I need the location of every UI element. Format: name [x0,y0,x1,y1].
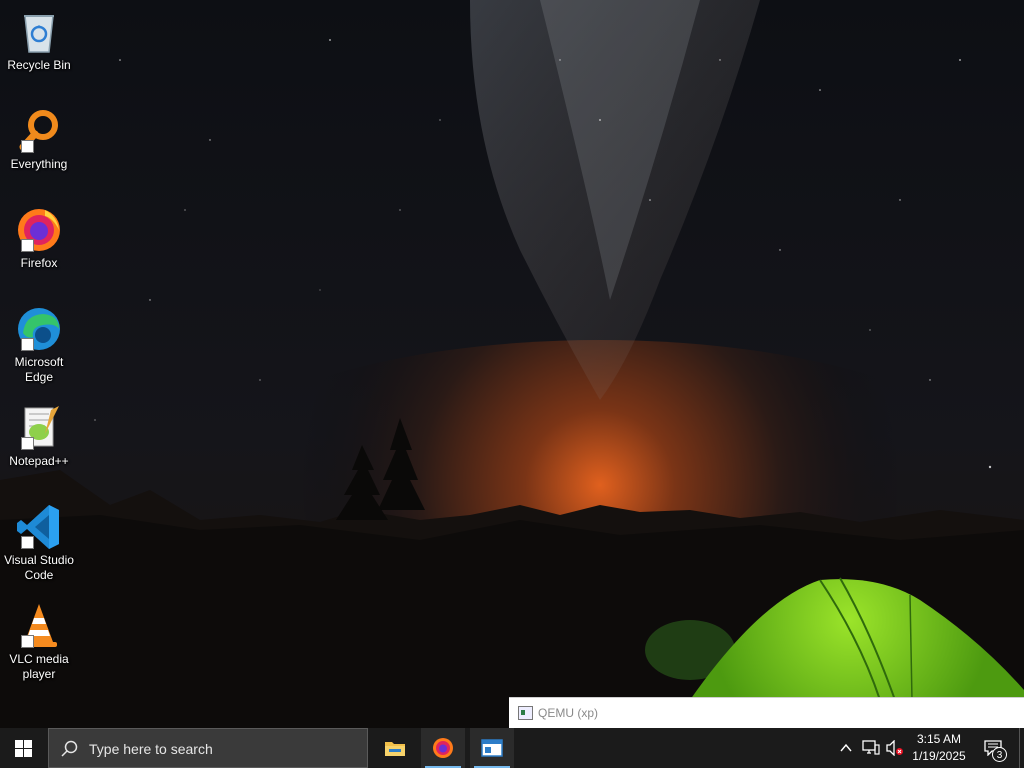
desktop-icon-firefox[interactable]: Firefox [2,206,76,271]
windows-logo-icon [15,740,32,757]
taskbar-search-box[interactable]: Type here to search [48,728,368,768]
vscode-icon [15,503,63,551]
qemu-window-icon [481,739,503,757]
desktop-icon-everything[interactable]: Everything [2,107,76,172]
desktop-icon-visual-studio-code[interactable]: Visual Studio Code [2,503,76,583]
desktop-icon-vlc[interactable]: VLC media player [2,602,76,682]
search-icon [61,740,78,757]
recycle-bin-icon [15,8,63,56]
chevron-up-icon [840,743,852,752]
network-icon [862,740,880,755]
desktop-icon-label: Everything [10,157,68,171]
firefox-icon [433,738,453,758]
action-center-button[interactable]: 3 [978,728,1016,768]
desktop-icon-label: Visual Studio Code [4,553,74,582]
taskbar: Type here to search 3:15 AM 1/19/2025 3 [0,728,1024,768]
show-desktop-button[interactable] [1019,728,1024,768]
desktop-icon-label: Firefox [20,256,58,270]
network-tray-button[interactable] [860,728,882,768]
firefox-icon [15,206,63,254]
desktop-icon-label: VLC media player [9,652,69,681]
taskbar-file-explorer[interactable] [373,728,417,768]
desktop-icon-label: Microsoft Edge [14,355,64,384]
taskbar-firefox[interactable] [421,728,465,768]
volume-tray-button[interactable] [884,728,906,768]
shortcut-arrow-icon [21,635,34,648]
desktop-icon-label: Notepad++ [9,454,69,468]
qemu-window[interactable]: QEMU (xp) [509,697,1024,729]
desktop-icon-notepadpp[interactable]: Notepad++ [2,404,76,469]
vlc-icon [15,602,63,650]
taskbar-qemu[interactable] [470,728,514,768]
notification-count-badge: 3 [992,747,1007,762]
shortcut-arrow-icon [21,536,34,549]
desktop-icon-label: Recycle Bin [7,58,71,72]
taskbar-clock[interactable]: 3:15 AM 1/19/2025 [906,731,972,765]
shortcut-arrow-icon [21,437,34,450]
folder-icon [385,742,405,756]
desktop-wallpaper [0,0,1024,728]
notepadpp-icon [15,404,63,452]
shortcut-arrow-icon [21,338,34,351]
start-button[interactable] [0,728,48,768]
clock-time: 3:15 AM [916,732,962,746]
show-hidden-icons-button[interactable] [836,728,856,768]
window-title: QEMU (xp) [538,706,598,720]
shortcut-arrow-icon [21,239,34,252]
shortcut-arrow-icon [21,140,34,153]
edge-icon [15,305,63,353]
desktop-icon-microsoft-edge[interactable]: Microsoft Edge [2,305,76,385]
volume-muted-icon [886,740,903,756]
desktop-icon-recycle-bin[interactable]: Recycle Bin [2,8,76,73]
search-placeholder: Type here to search [89,741,213,757]
clock-date: 1/19/2025 [912,749,966,763]
everything-search-icon [15,107,63,155]
qemu-window-icon [518,706,533,720]
